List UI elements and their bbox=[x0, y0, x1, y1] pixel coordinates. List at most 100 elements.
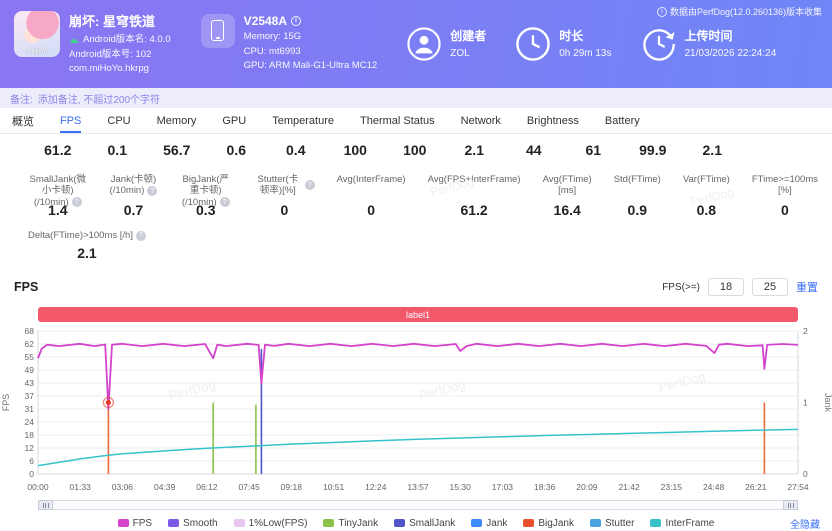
note-bar[interactable]: 备注: 添加备注, 不超过200个字符 bbox=[0, 88, 832, 108]
stat-delta-ftime: Delta(FTime)>100ms [/h] ? 2.1 bbox=[28, 230, 146, 261]
collect-note-text: 数据由PerfDog(12.0.260136)版本收集 bbox=[670, 5, 822, 18]
stat-value: 0.1 bbox=[88, 142, 148, 158]
note-placeholder[interactable]: 添加备注, 不超过200个字符 bbox=[38, 91, 160, 106]
chart-range-scrollbar[interactable] bbox=[38, 500, 798, 510]
stat-avg-ftime: Avg(FTime)[ms] 16.4 bbox=[543, 174, 592, 218]
stat-value: 61.2 bbox=[28, 142, 88, 158]
svg-text:FPS: FPS bbox=[1, 394, 11, 412]
svg-text:Jank: Jank bbox=[823, 393, 832, 413]
legend-label: 1%Low(FPS) bbox=[249, 518, 308, 529]
package-name: com.miHoYo.hkrpg bbox=[69, 62, 171, 77]
svg-text:24: 24 bbox=[25, 417, 35, 427]
svg-text:62: 62 bbox=[25, 339, 35, 349]
fps-threshold-label: FPS(>=) bbox=[662, 282, 700, 293]
svg-text:10:51: 10:51 bbox=[323, 482, 345, 492]
device-card: V2548A i Memory: 15G CPU: mt6993 GPU: AR… bbox=[201, 14, 378, 74]
tab-network[interactable]: Network bbox=[461, 108, 501, 133]
duration-block: 时长 0h 29m 13s bbox=[516, 27, 611, 61]
svg-text:18: 18 bbox=[25, 430, 35, 440]
range-handle-left[interactable] bbox=[38, 500, 53, 510]
stat-stutter: Stutter(卡顿率)[%]? 0 bbox=[254, 174, 314, 218]
info-icon[interactable]: i bbox=[291, 16, 301, 26]
legend-label: BigJank bbox=[538, 518, 574, 529]
svg-text:23:15: 23:15 bbox=[661, 482, 683, 492]
tab-fps[interactable]: FPS bbox=[60, 108, 81, 133]
avatar-watermark: miHoYo bbox=[14, 49, 60, 55]
legend-swatch bbox=[523, 519, 534, 527]
tab-cpu[interactable]: CPU bbox=[107, 108, 130, 133]
info-icon: i bbox=[657, 7, 667, 17]
stat-value: 2.1 bbox=[445, 142, 505, 158]
legend-swatch bbox=[234, 519, 245, 527]
stat-std-ftime: Std(FTime) 0.9 bbox=[614, 174, 661, 218]
legend-swatch bbox=[471, 519, 482, 527]
stat-bigjank: BigJank(严重卡顿) (/10min)? 0.3 bbox=[179, 174, 232, 218]
fps-section-header: FPS FPS(>=) 重置 bbox=[0, 271, 832, 297]
svg-text:18:36: 18:36 bbox=[534, 482, 556, 492]
legend-item-tinyjank[interactable]: TinyJank bbox=[323, 518, 378, 529]
tab-bar: 概览 FPS CPU Memory GPU Temperature Therma… bbox=[0, 108, 832, 134]
info-icon[interactable]: ? bbox=[136, 231, 146, 241]
fps-chart-svg[interactable]: PerfDogPerfDogPerfDog0612182431374349556… bbox=[0, 326, 832, 498]
legend-item-1pct-low[interactable]: 1%Low(FPS) bbox=[234, 518, 308, 529]
reset-button[interactable]: 重置 bbox=[796, 279, 818, 295]
info-icon[interactable]: ? bbox=[147, 186, 157, 196]
stat-value: 0.4 bbox=[266, 142, 326, 158]
svg-text:6: 6 bbox=[29, 456, 34, 466]
svg-text:01:33: 01:33 bbox=[70, 482, 92, 492]
fps-threshold-low-input[interactable] bbox=[708, 278, 744, 296]
fps-chart[interactable]: PerfDogPerfDogPerfDog0612182431374349556… bbox=[0, 326, 832, 498]
svg-text:PerfDog: PerfDog bbox=[657, 369, 707, 395]
svg-text:12: 12 bbox=[25, 443, 35, 453]
svg-text:37: 37 bbox=[25, 391, 35, 401]
svg-text:43: 43 bbox=[25, 378, 35, 388]
legend-item-stutter[interactable]: Stutter bbox=[590, 518, 634, 529]
device-gpu: GPU: ARM Mali-G1-Ultra MC12 bbox=[244, 59, 378, 74]
tab-gpu[interactable]: GPU bbox=[222, 108, 246, 133]
fps-threshold-high-input[interactable] bbox=[752, 278, 788, 296]
tab-brightness[interactable]: Brightness bbox=[527, 108, 579, 133]
stat-value: 2.1 bbox=[683, 142, 743, 158]
legend-item-interframe[interactable]: InterFrame bbox=[650, 518, 714, 529]
info-icon[interactable]: ? bbox=[305, 180, 315, 190]
svg-text:06:12: 06:12 bbox=[196, 482, 218, 492]
legend-label: Jank bbox=[486, 518, 507, 529]
game-avatar: miHoYo bbox=[14, 11, 60, 57]
svg-text:31: 31 bbox=[25, 404, 35, 414]
phone-icon bbox=[201, 14, 235, 48]
svg-text:PerfDog: PerfDog bbox=[417, 377, 467, 403]
legend-item-smooth[interactable]: Smooth bbox=[168, 518, 217, 529]
tab-battery[interactable]: Battery bbox=[605, 108, 640, 133]
legend-item-jank[interactable]: Jank bbox=[471, 518, 507, 529]
legend-item-smalljank[interactable]: SmallJank bbox=[394, 518, 455, 529]
creator-value: ZOL bbox=[450, 48, 486, 59]
stat-value: 0.6 bbox=[207, 142, 267, 158]
svg-text:24:48: 24:48 bbox=[703, 482, 725, 492]
svg-text:21:42: 21:42 bbox=[618, 482, 640, 492]
legend-label: TinyJank bbox=[338, 518, 378, 529]
svg-text:0: 0 bbox=[29, 469, 34, 479]
duration-value: 0h 29m 13s bbox=[559, 48, 611, 59]
duration-label: 时长 bbox=[559, 27, 611, 44]
svg-text:0: 0 bbox=[803, 469, 808, 479]
chart-legend: FPS Smooth 1%Low(FPS) TinyJank SmallJank… bbox=[0, 515, 832, 531]
legend-label: InterFrame bbox=[665, 518, 714, 529]
legend-item-bigjank[interactable]: BigJank bbox=[523, 518, 574, 529]
svg-text:55: 55 bbox=[25, 352, 35, 362]
upload-block: 上传时间 21/03/2026 22:24:24 bbox=[642, 27, 777, 61]
legend-item-fps[interactable]: FPS bbox=[118, 518, 152, 529]
label-banner[interactable]: label1 bbox=[38, 307, 798, 322]
header: i 数据由PerfDog(12.0.260136)版本收集 miHoYo 崩坏:… bbox=[0, 0, 832, 88]
tab-overview[interactable]: 概览 bbox=[12, 108, 34, 133]
game-card: miHoYo 崩坏: 星穹铁道 Android版本名: 4.0.0 Androi… bbox=[14, 11, 171, 77]
range-handle-right[interactable] bbox=[783, 500, 798, 510]
legend-label: Stutter bbox=[605, 518, 634, 529]
legend-label: SmallJank bbox=[409, 518, 455, 529]
svg-text:07:45: 07:45 bbox=[238, 482, 260, 492]
stat-value: 100 bbox=[326, 142, 386, 158]
tab-memory[interactable]: Memory bbox=[157, 108, 197, 133]
tab-temperature[interactable]: Temperature bbox=[272, 108, 334, 133]
tab-thermal-status[interactable]: Thermal Status bbox=[360, 108, 435, 133]
hide-all-link[interactable]: 全隐藏 bbox=[790, 516, 820, 531]
stats-panel: PerfDog PerfDog 61.2 0.1 56.7 0.6 0.4 10… bbox=[0, 134, 832, 271]
